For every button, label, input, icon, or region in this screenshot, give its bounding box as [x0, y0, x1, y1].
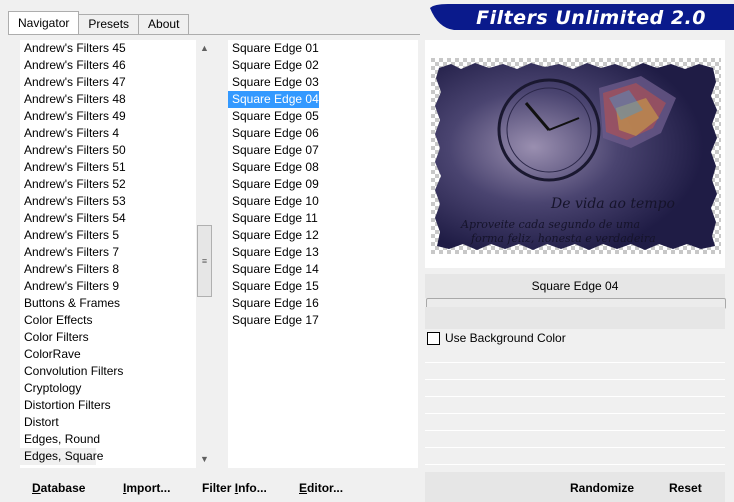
use-background-color-label: Use Background Color [445, 331, 566, 345]
filter-item[interactable]: Square Edge 11 [228, 210, 318, 227]
scroll-down-arrow-icon[interactable]: ▼ [196, 451, 213, 468]
filter-item[interactable]: Square Edge 01 [228, 40, 319, 57]
tab-about[interactable]: About [138, 14, 190, 34]
banner-title: Filters Unlimited 2.0 [476, 7, 706, 29]
parameter-rows [425, 346, 725, 470]
editor-button[interactable]: Editor... [299, 478, 343, 498]
category-item[interactable]: Convolution Filters [20, 363, 196, 380]
app-banner: Filters Unlimited 2.0 [430, 4, 734, 30]
filter-item[interactable]: Square Edge 13 [228, 244, 319, 261]
category-item[interactable]: Cryptology [20, 380, 196, 397]
category-item[interactable]: Andrew's Filters 5 [20, 227, 196, 244]
svg-text:De vida ao tempo: De vida ao tempo [550, 196, 675, 212]
category-item[interactable]: Andrew's Filters 54 [20, 210, 196, 227]
category-list[interactable]: Andrew's Filters 45 Andrew's Filters 46 An… [20, 40, 196, 468]
use-background-color-checkbox[interactable] [427, 331, 440, 345]
filter-item[interactable]: Square Edge 12 [228, 227, 319, 244]
svg-text:forma feliz, honesta e verdade: forma feliz, honesta e verdadeira [470, 232, 656, 245]
category-item[interactable]: Andrew's Filters 45 [20, 40, 196, 57]
scroll-thumb[interactable]: ≡ [197, 225, 212, 297]
category-item[interactable]: Andrew's Filters 50 [20, 142, 196, 159]
svg-text:Aproveite cada segundo de uma: Aproveite cada segundo de uma [460, 218, 640, 231]
filter-list[interactable]: Square Edge 01 Square Edge 02 Square Edge … [228, 40, 418, 468]
slider-area [425, 307, 725, 329]
category-scrollbar[interactable]: ▲ ≡ ▼ [196, 40, 213, 468]
use-background-color-option[interactable]: Use Background Color [427, 330, 566, 346]
filter-item[interactable]: Square Edge 03 [228, 74, 319, 91]
category-item[interactable]: Distort [20, 414, 196, 431]
filter-item[interactable]: Square Edge 17 [228, 312, 319, 329]
filter-item[interactable]: Square Edge 05 [228, 108, 319, 125]
preview-filter-name: Square Edge 04 [425, 274, 725, 298]
filter-item[interactable]: Square Edge 02 [228, 57, 319, 74]
tab-presets[interactable]: Presets [78, 14, 140, 34]
category-item[interactable]: Andrew's Filters 4 [20, 125, 196, 142]
category-item[interactable]: Andrew's Filters 9 [20, 278, 196, 295]
category-item[interactable]: Distortion Filters [20, 397, 196, 414]
category-item[interactable]: Film Effects & Styles [20, 465, 196, 468]
filter-item[interactable]: Square Edge 10 [228, 193, 319, 210]
filter-item[interactable]: Square Edge 14 [228, 261, 319, 278]
category-item[interactable]: Andrew's Filters 49 [20, 108, 196, 125]
import-button[interactable]: Import... [123, 478, 170, 498]
category-item[interactable]: Andrew's Filters 8 [20, 261, 196, 278]
filter-item[interactable]: Square Edge 16 [228, 295, 319, 312]
category-item[interactable]: Andrew's Filters 52 [20, 176, 196, 193]
database-button[interactable]: Database [32, 478, 85, 498]
category-item[interactable]: Color Effects [20, 312, 196, 329]
filter-info-button[interactable]: Filter Info... [202, 478, 267, 498]
filter-item[interactable]: Square Edge 04 [228, 91, 319, 108]
category-item[interactable]: ColorRave [20, 346, 196, 363]
category-item[interactable]: Buttons & Frames [20, 295, 196, 312]
tab-navigator[interactable]: Navigator [8, 11, 80, 34]
filter-item[interactable]: Square Edge 08 [228, 159, 319, 176]
reset-button[interactable]: Reset [669, 478, 702, 498]
category-item[interactable]: Andrew's Filters 7 [20, 244, 196, 261]
category-item[interactable]: Andrew's Filters 47 [20, 74, 196, 91]
category-item[interactable]: Color Filters [20, 329, 196, 346]
filter-item[interactable]: Square Edge 06 [228, 125, 319, 142]
randomize-button[interactable]: Randomize [570, 478, 634, 498]
category-item[interactable]: Edges, Round [20, 431, 196, 448]
filter-item[interactable]: Square Edge 07 [228, 142, 319, 159]
preview-image: De vida ao tempo Aproveite cada segundo … [431, 58, 721, 254]
category-item[interactable]: Andrew's Filters 53 [20, 193, 196, 210]
category-item[interactable]: Andrew's Filters 48 [20, 91, 196, 108]
tab-bar: Navigator Presets About [8, 11, 190, 34]
category-item[interactable]: Andrew's Filters 46 [20, 57, 196, 74]
scroll-up-arrow-icon[interactable]: ▲ [196, 40, 213, 57]
filter-item[interactable]: Square Edge 15 [228, 278, 319, 295]
category-item[interactable]: Andrew's Filters 51 [20, 159, 196, 176]
category-item[interactable]: Edges, Square [20, 448, 103, 465]
filter-item[interactable]: Square Edge 09 [228, 176, 319, 193]
